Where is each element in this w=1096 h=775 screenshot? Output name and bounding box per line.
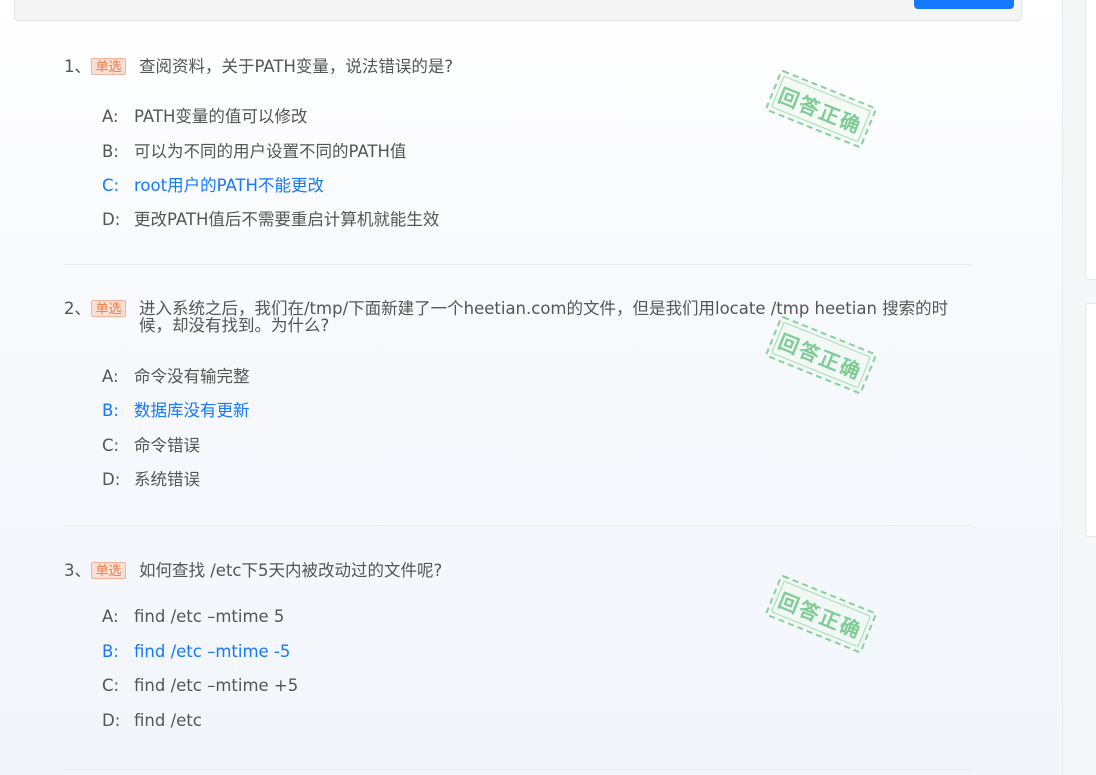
divider bbox=[64, 769, 972, 770]
option-text: find /etc –mtime -5 bbox=[134, 642, 291, 661]
option-a[interactable]: A: 命令没有输完整 bbox=[102, 363, 250, 387]
single-choice-badge: 单选 bbox=[91, 58, 126, 75]
question-text: 查阅资料，关于PATH变量，说法错误的是? bbox=[139, 57, 454, 76]
option-text: 可以为不同的用户设置不同的PATH值 bbox=[134, 142, 407, 161]
option-key: D: bbox=[102, 210, 121, 229]
option-text: find /etc –mtime 5 bbox=[134, 607, 285, 626]
option-text: 命令错误 bbox=[134, 436, 200, 455]
option-a[interactable]: A: find /etc –mtime 5 bbox=[102, 607, 284, 626]
question-number: 2、 bbox=[64, 299, 91, 318]
single-choice-badge: 单选 bbox=[91, 300, 126, 317]
top-action-button[interactable] bbox=[914, 0, 1014, 9]
divider bbox=[64, 264, 972, 265]
option-key: C: bbox=[102, 436, 120, 455]
option-key: D: bbox=[102, 470, 121, 489]
question-text: 进入系统之后，我们在/tmp/下面新建了一个heetian.com的文件，但是我… bbox=[139, 299, 949, 335]
option-key: A: bbox=[102, 107, 119, 126]
question-text: 如何查找 /etc下5天内被改动过的文件呢? bbox=[139, 561, 443, 580]
option-b[interactable]: B: 数据库没有更新 bbox=[102, 397, 250, 421]
option-c[interactable]: C: find /etc –mtime +5 bbox=[102, 676, 298, 695]
option-key: C: bbox=[102, 176, 120, 195]
option-key: B: bbox=[102, 401, 119, 420]
option-b[interactable]: B: 可以为不同的用户设置不同的PATH值 bbox=[102, 138, 406, 162]
option-text: find /etc –mtime +5 bbox=[134, 676, 299, 695]
question-2: 2、 单选 进入系统之后，我们在/tmp/下面新建了一个heetian.com的… bbox=[64, 298, 972, 489]
question-1: 1、 单选 查阅资料，关于PATH变量，说法错误的是? A: PATH变量的值可以… bbox=[64, 56, 972, 229]
option-d[interactable]: D: find /etc bbox=[102, 711, 202, 730]
question-header: 3、 单选 如何查找 /etc下5天内被改动过的文件呢? bbox=[64, 560, 972, 579]
option-text: 数据库没有更新 bbox=[134, 401, 250, 420]
option-text: find /etc bbox=[134, 711, 202, 730]
question-header: 1、 单选 查阅资料，关于PATH变量，说法错误的是? bbox=[64, 56, 972, 75]
question-number: 3、 bbox=[64, 561, 91, 580]
single-choice-badge: 单选 bbox=[91, 562, 126, 579]
option-c[interactable]: C: 命令错误 bbox=[102, 432, 200, 456]
question-number: 1、 bbox=[64, 57, 91, 76]
sidebar-card bbox=[1085, 303, 1096, 537]
option-key: D: bbox=[102, 711, 121, 730]
option-text: PATH变量的值可以修改 bbox=[134, 107, 308, 126]
option-c[interactable]: C: root用户的PATH不能更改 bbox=[102, 172, 324, 196]
question-3: 3、 单选 如何查找 /etc下5天内被改动过的文件呢? A: find /etc… bbox=[64, 560, 972, 730]
option-key: B: bbox=[102, 642, 119, 661]
option-text: root用户的PATH不能更改 bbox=[134, 176, 324, 195]
option-text: 命令没有输完整 bbox=[134, 367, 250, 386]
option-key: A: bbox=[102, 607, 119, 626]
option-b[interactable]: B: find /etc –mtime -5 bbox=[102, 642, 290, 661]
option-text: 更改PATH值后不需要重启计算机就能生效 bbox=[134, 210, 440, 229]
top-toolbar bbox=[14, 0, 1022, 21]
option-text: 系统错误 bbox=[134, 470, 200, 489]
sidebar-card bbox=[1085, 0, 1096, 280]
option-a[interactable]: A: PATH变量的值可以修改 bbox=[102, 103, 307, 127]
option-key: B: bbox=[102, 142, 119, 161]
divider bbox=[64, 525, 972, 526]
option-d[interactable]: D: 更改PATH值后不需要重启计算机就能生效 bbox=[102, 206, 439, 230]
question-header: 2、 单选 进入系统之后，我们在/tmp/下面新建了一个heetian.com的… bbox=[64, 298, 972, 334]
option-d[interactable]: D: 系统错误 bbox=[102, 466, 200, 490]
option-key: C: bbox=[102, 676, 120, 695]
option-key: A: bbox=[102, 367, 119, 386]
